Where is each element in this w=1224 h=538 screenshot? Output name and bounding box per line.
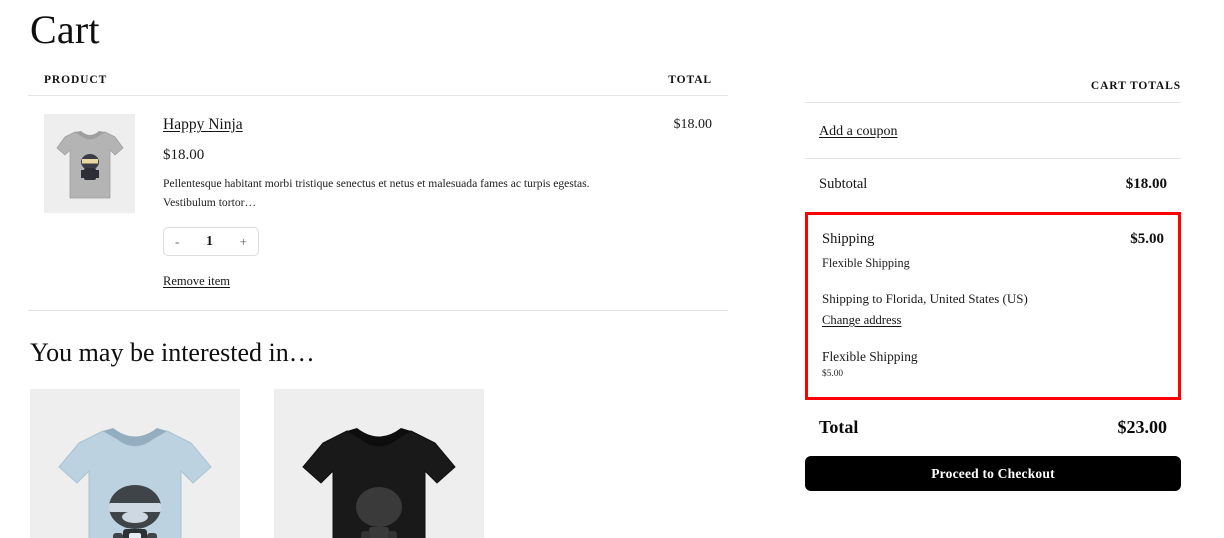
subtotal-label: Subtotal — [819, 176, 868, 192]
related-products-section: You may be interested in… — [28, 337, 728, 538]
related-product-card-2[interactable] — [274, 389, 484, 538]
cart-totals-heading: CART TOTALS — [805, 80, 1181, 103]
total-label: Total — [819, 417, 859, 437]
cart-totals-panel: CART TOTALS Add a coupon Subtotal $18.00… — [805, 80, 1181, 491]
table-row: Happy Ninja $18.00 Pellentesque habitant… — [28, 96, 728, 311]
shipping-amount: $5.00 — [1130, 231, 1164, 247]
change-address-link[interactable]: Change address — [822, 313, 901, 328]
related-product-card-1[interactable] — [30, 389, 240, 538]
shipping-method-name: Flexible Shipping — [822, 256, 910, 270]
column-header-total: TOTAL — [668, 74, 712, 86]
cart-table-header: PRODUCT TOTAL — [28, 74, 728, 96]
total-value: $23.00 — [1117, 417, 1168, 437]
shipping-label: Shipping — [822, 231, 875, 247]
quantity-decrease-button[interactable]: - — [175, 235, 179, 248]
gray-tshirt-ninja-image — [55, 131, 124, 199]
product-description: Pellentesque habitant morbi tristique se… — [163, 177, 590, 209]
quantity-stepper[interactable]: - 1 + — [163, 226, 259, 256]
lightblue-tshirt-ninja-image — [58, 428, 212, 538]
column-header-product: PRODUCT — [44, 74, 108, 86]
coupon-row: Add a coupon — [805, 103, 1181, 159]
quantity-value[interactable]: 1 — [206, 233, 213, 249]
subtotal-value: $18.00 — [1125, 176, 1167, 192]
shipping-option-name[interactable]: Flexible Shipping — [822, 349, 1164, 365]
total-row: Total $23.00 — [805, 400, 1181, 454]
black-tshirt-ninja-image — [302, 428, 456, 538]
shipping-destination: Shipping to Florida, United States (US) — [822, 291, 1028, 306]
product-line-total: $18.00 — [673, 117, 713, 132]
subtotal-row: Subtotal $18.00 — [805, 159, 1181, 210]
cart-main-column: Cart PRODUCT TOTAL Happy Ninja $18.00 Pe… — [28, 0, 728, 538]
shipping-option-price: $5.00 — [822, 369, 844, 379]
add-coupon-link[interactable]: Add a coupon — [819, 124, 898, 139]
page-title: Cart — [30, 7, 100, 52]
product-unit-price: $18.00 — [163, 147, 205, 163]
quantity-increase-button[interactable]: + — [240, 235, 247, 248]
cart-table: PRODUCT TOTAL Happy Ninja $18.00 Pellent… — [28, 74, 728, 311]
cart-page: Cart PRODUCT TOTAL Happy Ninja $18.00 Pe… — [0, 0, 1224, 538]
related-products-title: You may be interested in… — [30, 337, 315, 367]
remove-item-link[interactable]: Remove item — [163, 274, 230, 289]
related-products-grid — [30, 389, 728, 538]
shipping-header-row: Shipping $5.00 — [822, 231, 1164, 248]
proceed-to-checkout-button[interactable]: Proceed to Checkout — [805, 456, 1181, 491]
product-details: Happy Ninja $18.00 Pellentesque habitant… — [135, 114, 622, 290]
product-name-link[interactable]: Happy Ninja — [163, 116, 243, 134]
shipping-section: Shipping $5.00 Flexible Shipping Shippin… — [805, 212, 1181, 400]
product-thumbnail[interactable] — [44, 114, 135, 213]
